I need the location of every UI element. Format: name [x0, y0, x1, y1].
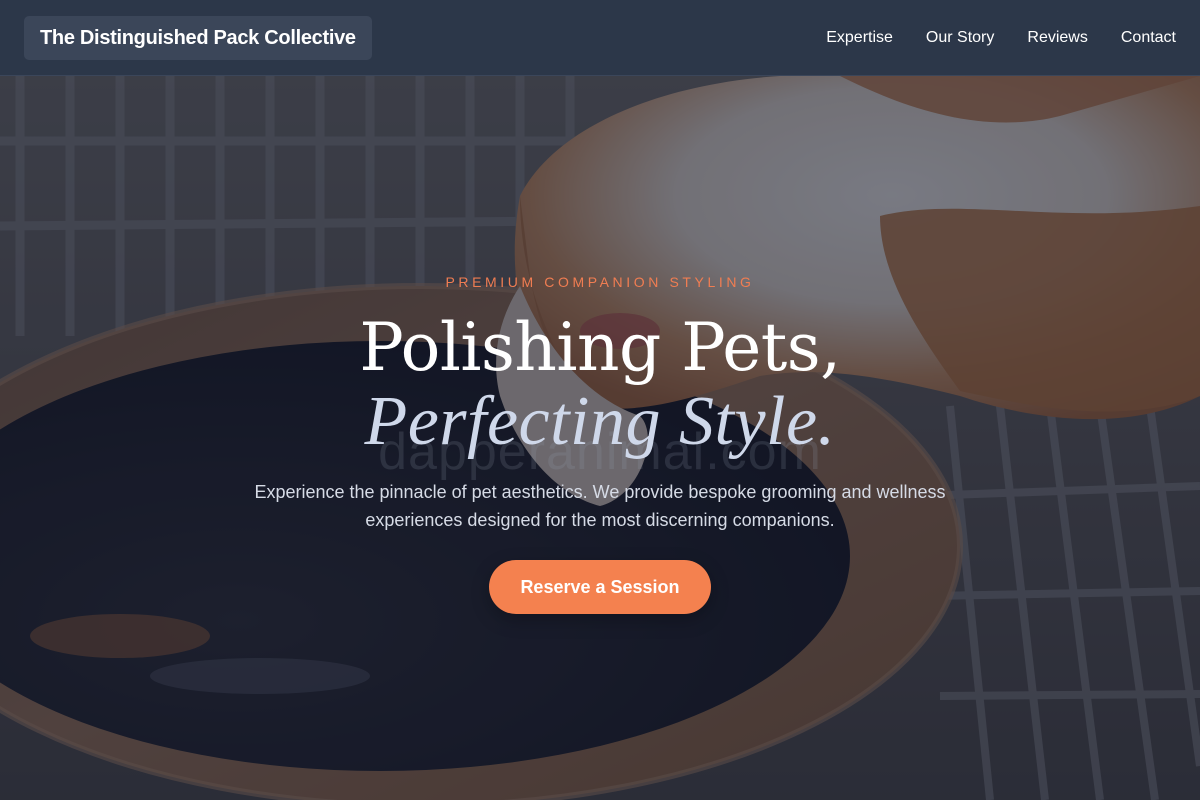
hero-headline-line1: Polishing Pets,: [359, 309, 841, 386]
nav-link-reviews[interactable]: Reviews: [1027, 29, 1087, 47]
nav-link-contact[interactable]: Contact: [1121, 29, 1176, 47]
site-header: The Distinguished Pack Collective Expert…: [0, 0, 1200, 76]
hero-section: PREMIUM COMPANION STYLING dapperanimal.c…: [0, 76, 1200, 800]
hero-description: Experience the pinnacle of pet aesthetic…: [254, 482, 946, 530]
brand-logo[interactable]: The Distinguished Pack Collective: [24, 16, 372, 60]
nav-link-expertise[interactable]: Expertise: [826, 29, 893, 47]
hero-headline-line2: Perfecting Style.: [364, 383, 836, 460]
hero-eyebrow: PREMIUM COMPANION STYLING: [445, 274, 755, 290]
landing-page: The Distinguished Pack Collective Expert…: [0, 0, 1200, 800]
reserve-session-button[interactable]: Reserve a Session: [489, 560, 711, 614]
main-nav: Expertise Our Story Reviews Contact: [826, 0, 1176, 76]
nav-link-our-story[interactable]: Our Story: [926, 29, 994, 47]
